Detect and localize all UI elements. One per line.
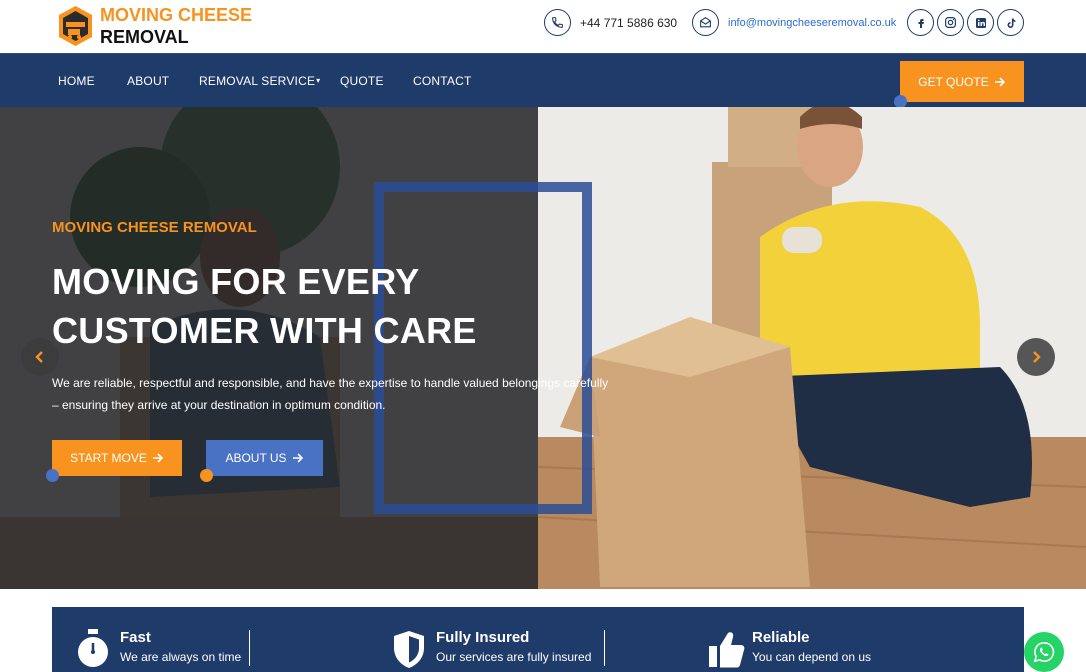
slider-prev-button[interactable] — [21, 338, 59, 376]
about-us-label: ABOUT US — [225, 451, 287, 465]
start-move-label: START MOVE — [70, 451, 147, 465]
instagram-icon[interactable] — [937, 9, 964, 36]
hero-kicker: MOVING CHEESE REMOVAL — [52, 219, 257, 236]
divider — [604, 630, 605, 666]
feature-reliable: Reliable You can depend on us — [708, 629, 871, 669]
feature-insured: Fully Insured Our services are fully ins… — [392, 629, 591, 669]
email-address[interactable]: info@movingcheeseremoval.co.uk — [728, 17, 896, 29]
logo-subtitle: REMOVAL — [100, 27, 189, 47]
shield-icon — [392, 629, 426, 669]
slider-next-button[interactable] — [1017, 338, 1055, 376]
whatsapp-button[interactable] — [1024, 632, 1064, 672]
social-links — [907, 9, 1024, 36]
chevron-right-icon — [1033, 351, 1041, 363]
feature-desc: Our services are fully insured — [436, 650, 592, 664]
phone-icon — [544, 9, 571, 36]
nav-item-about[interactable]: ABOUT — [127, 74, 169, 88]
divider — [249, 630, 250, 666]
feature-title: Fully Insured — [436, 629, 530, 646]
thumbs-up-icon — [708, 629, 745, 669]
logo-badge-icon — [57, 4, 94, 48]
envelope-icon — [692, 9, 719, 36]
arrow-right-icon — [152, 453, 163, 463]
nav-item-quote[interactable]: QUOTE — [340, 74, 384, 88]
decorative-dot — [200, 469, 213, 482]
main-nav: HOME ABOUT REMOVAL SERVICE▾ QUOTE CONTAC… — [0, 53, 1086, 108]
logo-title: MOVING CHEESE — [100, 5, 253, 25]
feature-title: Fast — [120, 629, 151, 646]
nav-item-home[interactable]: HOME — [58, 74, 95, 88]
caret-down-icon: ▾ — [316, 76, 321, 85]
feature-desc: We are always on time — [120, 650, 242, 664]
logo[interactable]: MOVING CHEESE REMOVAL — [57, 4, 252, 48]
start-move-button[interactable]: START MOVE — [46, 440, 182, 482]
whatsapp-icon — [1033, 642, 1055, 663]
arrow-right-icon — [994, 76, 1005, 87]
hero-description: We are reliable, respectful and responsi… — [52, 376, 609, 412]
linkedin-icon[interactable] — [967, 9, 994, 36]
hero-title: MOVING FOR EVERY CUSTOMER WITH CARE — [52, 261, 477, 351]
decorative-dot — [46, 469, 59, 482]
facebook-icon[interactable] — [907, 9, 934, 36]
tiktok-icon[interactable] — [997, 9, 1024, 36]
stopwatch-icon — [76, 629, 110, 669]
get-quote-label: GET QUOTE — [918, 74, 989, 89]
arrow-right-icon — [292, 453, 303, 463]
nav-item-contact[interactable]: CONTACT — [413, 74, 472, 88]
feature-title: Reliable — [752, 629, 810, 646]
page: MOVING CHEESE REMOVAL +44 771 5886 630 i… — [0, 0, 1086, 672]
feature-desc: You can depend on us — [752, 650, 871, 664]
get-quote-button[interactable]: GET QUOTE — [894, 61, 1024, 108]
nav-item-removal-service[interactable]: REMOVAL SERVICE▾ — [199, 74, 320, 88]
hero-slider: MOVING CHEESE REMOVAL MOVING FOR EVERY C… — [0, 107, 1086, 589]
phone-contact[interactable]: +44 771 5886 630 — [544, 9, 677, 36]
about-us-button[interactable]: ABOUT US — [200, 440, 323, 482]
phone-number[interactable]: +44 771 5886 630 — [580, 16, 677, 30]
features-strip: Fast We are always on time Fully Insured… — [52, 607, 1024, 672]
chevron-left-icon — [35, 351, 43, 363]
top-bar: MOVING CHEESE REMOVAL +44 771 5886 630 i… — [0, 0, 1086, 53]
nav-item-removal-service-label: REMOVAL SERVICE — [199, 74, 316, 88]
feature-fast: Fast We are always on time — [76, 629, 241, 669]
email-contact[interactable]: info@movingcheeseremoval.co.uk — [692, 9, 896, 36]
